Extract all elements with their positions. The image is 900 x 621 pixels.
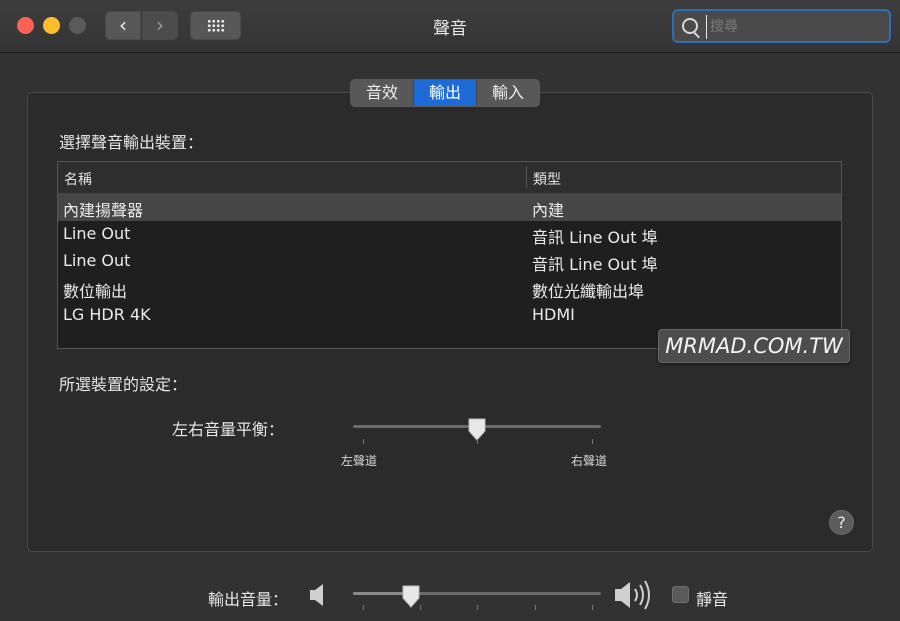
tab-output[interactable]: 輸出 [414, 80, 478, 106]
help-button[interactable]: ? [829, 510, 854, 535]
device-name: 內建揚聲器 [63, 201, 144, 220]
table-row[interactable]: LG HDR 4K HDMI [58, 302, 841, 329]
output-section-title: 選擇聲音輸出裝置： [59, 133, 204, 152]
volume-tick [535, 605, 536, 610]
balance-left-label: 左聲道 [341, 454, 378, 468]
volume-tick [363, 605, 364, 610]
device-type: 音訊 Line Out 埠 [532, 255, 658, 274]
balance-tick [477, 439, 478, 444]
table-row[interactable]: Line Out 音訊 Line Out 埠 [58, 248, 841, 275]
volume-tick [420, 605, 421, 610]
title-bar: ‹ › 聲音 [0, 0, 900, 53]
output-volume-label: 輸出音量： [208, 590, 289, 609]
tab-input[interactable]: 輸入 [477, 80, 539, 106]
search-field[interactable] [672, 9, 891, 43]
device-type: 內建 [532, 201, 565, 220]
column-header-type[interactable]: 類型 [533, 169, 561, 189]
mute-checkbox[interactable] [672, 586, 689, 603]
speaker-high-icon [614, 578, 660, 616]
balance-tick [363, 439, 364, 444]
device-type: 音訊 Line Out 埠 [532, 228, 658, 247]
mute-label[interactable]: 靜音 [696, 586, 728, 610]
search-input[interactable] [706, 15, 882, 39]
table-row[interactable]: 數位輸出 數位光纖輸出埠 [58, 275, 841, 302]
device-name: Line Out [63, 224, 131, 243]
device-name: 數位輸出 [63, 282, 128, 301]
table-row[interactable]: Line Out 音訊 Line Out 埠 [58, 221, 841, 248]
watermark: MRMAD.COM.TW [658, 329, 850, 363]
device-type: 數位光纖輸出埠 [532, 282, 645, 301]
volume-slider-thumb[interactable] [401, 585, 421, 608]
table-row[interactable]: 內建揚聲器 內建 [58, 194, 841, 221]
device-type: HDMI [532, 305, 575, 324]
volume-tick [477, 605, 478, 610]
settings-section-title: 所選裝置的設定： [59, 375, 188, 394]
output-device-table[interactable]: 名稱 類型 內建揚聲器 內建 Line Out 音訊 Line Out 埠 Li… [57, 161, 842, 349]
balance-tick [592, 439, 593, 444]
balance-label: 左右音量平衡： [172, 420, 285, 439]
help-icon: ? [837, 513, 846, 532]
speaker-low-icon [309, 582, 329, 612]
balance-right-label: 右聲道 [571, 454, 608, 468]
balance-slider-thumb[interactable] [467, 418, 487, 441]
tab-sound-effects[interactable]: 音效 [351, 80, 415, 106]
table-header: 名稱 類型 [58, 162, 841, 194]
device-name: Line Out [63, 251, 131, 270]
column-divider [526, 166, 527, 188]
column-header-name[interactable]: 名稱 [64, 169, 92, 189]
tab-bar: 音效 輸出 輸入 [350, 79, 541, 107]
search-icon [682, 18, 698, 34]
volume-tick [592, 605, 593, 610]
device-name: LG HDR 4K [63, 305, 151, 324]
